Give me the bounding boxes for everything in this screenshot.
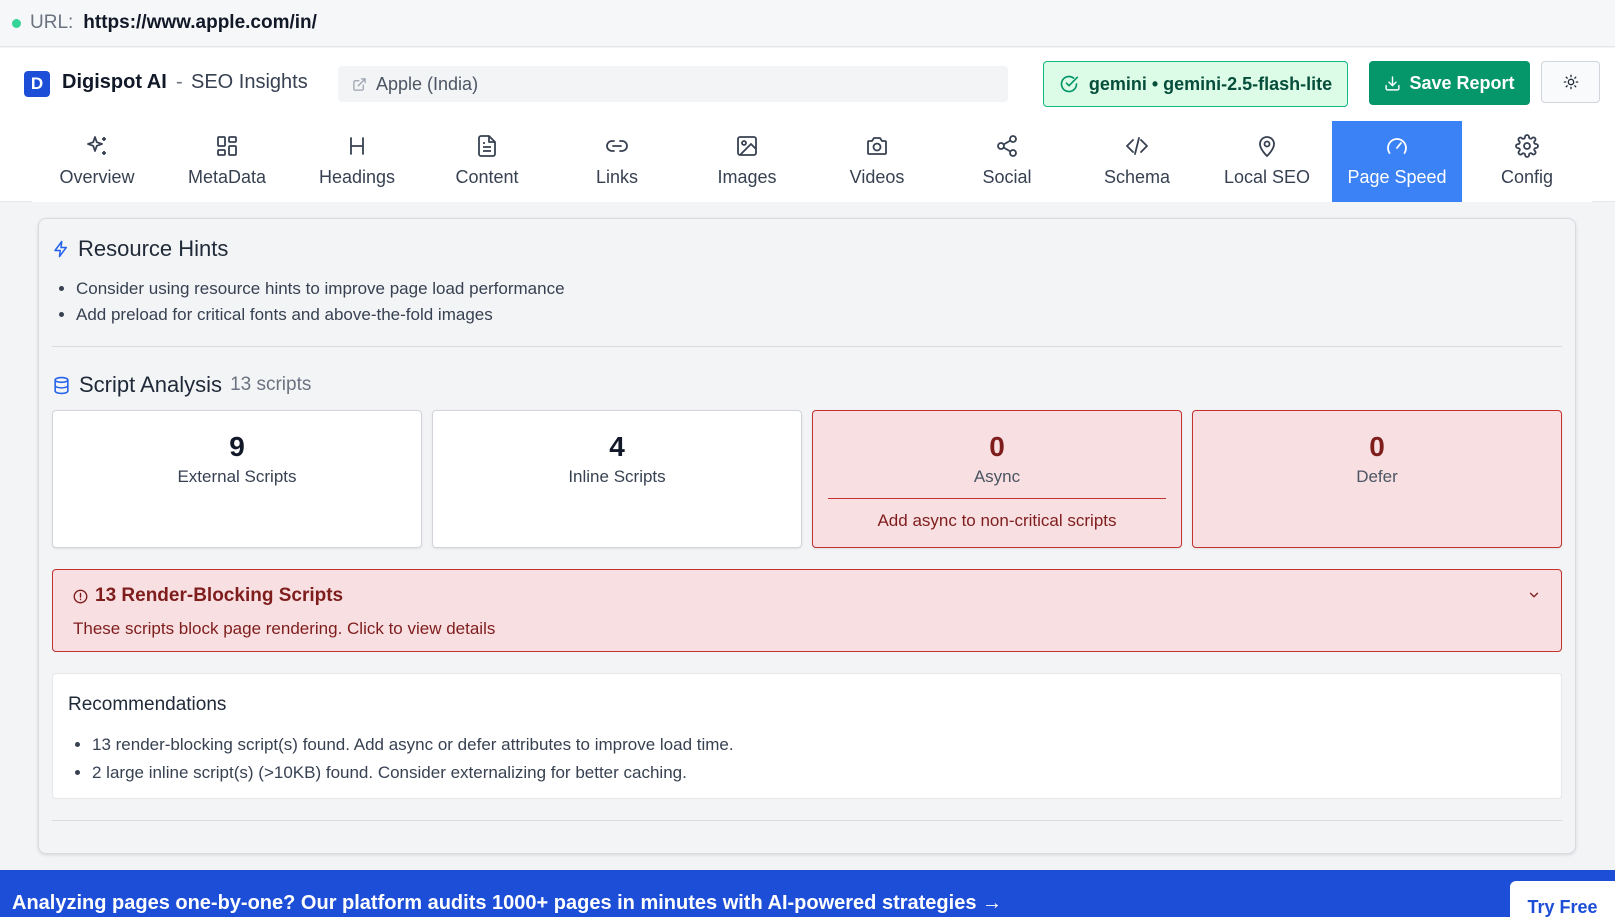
- map-pin-icon: [1255, 131, 1279, 161]
- resource-hints-title: Resource Hints: [78, 236, 229, 261]
- model-status-badge[interactable]: gemini • gemini-2.5-flash-lite: [1043, 61, 1348, 107]
- tab-metadata[interactable]: MetaData: [162, 121, 292, 202]
- logo-icon: D: [24, 71, 50, 97]
- brand-separator: -: [176, 71, 183, 93]
- tab-headings[interactable]: Headings: [292, 121, 422, 202]
- list-item: 2 large inline script(s) (>10KB) found. …: [92, 759, 734, 787]
- tab-label: Social: [982, 167, 1032, 187]
- brand-name: Digispot AI: [62, 71, 167, 93]
- tab-label: Links: [595, 167, 639, 187]
- recommendations-card: Recommendations 13 render-blocking scrip…: [52, 673, 1562, 799]
- tab-label: Content: [455, 167, 519, 187]
- list-item: Add preload for critical fonts and above…: [76, 302, 565, 328]
- camera-icon: [865, 131, 889, 161]
- image-icon: [735, 131, 759, 161]
- tab-videos[interactable]: Videos: [812, 121, 942, 202]
- try-free-button[interactable]: Try Free: [1510, 881, 1615, 917]
- script-count: 13 scripts: [230, 374, 312, 395]
- external-link-icon: [352, 77, 367, 92]
- stat-value: 0: [1369, 431, 1385, 462]
- save-report-button[interactable]: Save Report: [1369, 61, 1530, 105]
- stat-value: 9: [229, 431, 245, 462]
- tab-label: Videos: [849, 167, 905, 187]
- database-icon: [52, 375, 71, 396]
- tab-label: Schema: [1103, 167, 1171, 187]
- stat-label: Async: [973, 467, 1021, 486]
- tab-images[interactable]: Images: [682, 121, 812, 202]
- tab-content[interactable]: Content: [422, 121, 552, 202]
- tab-label: Local SEO: [1223, 167, 1311, 187]
- alert-circle-icon: [73, 589, 88, 604]
- check-circle-icon: [1059, 74, 1079, 94]
- url-bar: URL: https://www.apple.com/in/: [0, 0, 1615, 47]
- stat-tip: Add async to non-critical scripts: [877, 511, 1117, 530]
- status-dot: [12, 18, 21, 28]
- list-item: 13 render-blocking script(s) found. Add …: [92, 731, 734, 759]
- stat-label: Defer: [1356, 467, 1398, 486]
- stat-value: 0: [989, 431, 1005, 462]
- url-text[interactable]: https://www.apple.com/in/: [83, 12, 317, 34]
- external-scripts-card: 9 External Scripts: [52, 410, 422, 548]
- section-divider: [52, 346, 1562, 347]
- lightning-icon: [52, 239, 70, 259]
- defer-scripts-card: 0 Defer: [1192, 410, 1562, 548]
- chevron-down-icon[interactable]: [1527, 588, 1541, 602]
- tab-label: Page Speed: [1347, 167, 1447, 187]
- alert-heading: 13 Render-Blocking Scripts: [73, 585, 343, 607]
- site-name: Apple (India): [376, 73, 479, 94]
- list-item: Consider using resource hints to improve…: [76, 276, 565, 302]
- script-analysis-heading: Script Analysis 13 scripts: [52, 372, 311, 398]
- tab-label: MetaData: [187, 167, 267, 187]
- stat-label: Inline Scripts: [568, 467, 666, 486]
- tab-label: Overview: [59, 167, 135, 187]
- inline-scripts-card: 4 Inline Scripts: [432, 410, 802, 548]
- code-icon: [1125, 131, 1149, 161]
- section-divider: [52, 820, 1562, 821]
- gear-icon: [1515, 131, 1539, 161]
- document-icon: [475, 131, 499, 161]
- tab-bar: Overview MetaData Headings Content Links…: [32, 121, 1592, 202]
- script-analysis-title: Script Analysis: [79, 372, 223, 397]
- stat-label: External Scripts: [177, 467, 297, 486]
- tab-local-seo[interactable]: Local SEO: [1202, 121, 1332, 202]
- alert-title: 13 Render-Blocking Scripts: [95, 585, 344, 606]
- promo-text[interactable]: Analyzing pages one-by-one? Our platform…: [12, 892, 1002, 915]
- recommendations-list: 13 render-blocking script(s) found. Add …: [68, 731, 734, 787]
- async-scripts-card: 0 Async Add async to non-critical script…: [812, 410, 1182, 548]
- card-divider: [828, 498, 1166, 499]
- model-status-text: gemini • gemini-2.5-flash-lite: [1088, 73, 1333, 94]
- link-icon: [605, 131, 629, 161]
- tab-page-speed[interactable]: Page Speed: [1332, 121, 1462, 202]
- recommendations-title: Recommendations: [68, 694, 227, 715]
- stat-value: 4: [609, 431, 625, 462]
- resource-hints-list: Consider using resource hints to improve…: [52, 276, 565, 328]
- sun-icon: [1563, 74, 1579, 90]
- brand-subtitle: SEO Insights: [191, 71, 308, 93]
- sparkles-icon: [85, 131, 109, 161]
- resource-hints-heading: Resource Hints: [52, 236, 228, 262]
- share-icon: [995, 131, 1019, 161]
- site-name-field[interactable]: Apple (India): [338, 66, 1008, 102]
- url-label: URL:: [30, 12, 74, 33]
- grid-icon: [215, 131, 239, 161]
- promo-banner: Analyzing pages one-by-one? Our platform…: [0, 870, 1615, 917]
- alert-description: These scripts block page rendering. Clic…: [73, 619, 496, 638]
- tab-social[interactable]: Social: [942, 121, 1072, 202]
- theme-toggle-button[interactable]: [1541, 61, 1600, 103]
- tab-label: Headings: [318, 167, 396, 187]
- tab-label: Images: [717, 167, 777, 187]
- gauge-icon: [1385, 131, 1409, 161]
- download-icon: [1384, 75, 1401, 92]
- app-header: D Digispot AI - SEO Insights Apple (Indi…: [0, 48, 1615, 120]
- tab-schema[interactable]: Schema: [1072, 121, 1202, 202]
- tab-links[interactable]: Links: [552, 121, 682, 202]
- render-blocking-alert[interactable]: 13 Render-Blocking Scripts These scripts…: [52, 569, 1562, 652]
- save-report-label: Save Report: [1409, 72, 1515, 93]
- tab-overview[interactable]: Overview: [32, 121, 162, 202]
- tab-label: Config: [1500, 167, 1554, 187]
- heading-icon: [345, 131, 369, 161]
- tab-config[interactable]: Config: [1462, 121, 1592, 202]
